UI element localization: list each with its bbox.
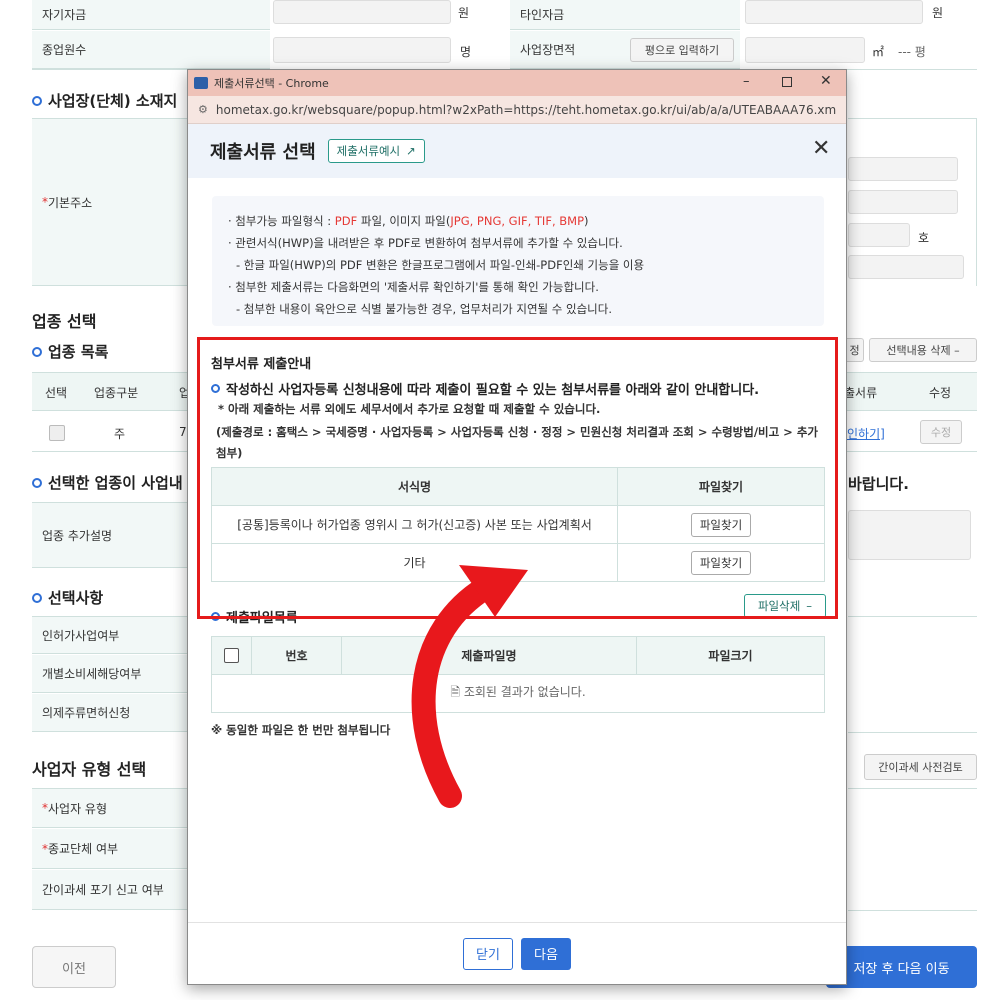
arrow-shaft (411, 576, 497, 808)
annotation-arrow (411, 565, 528, 808)
